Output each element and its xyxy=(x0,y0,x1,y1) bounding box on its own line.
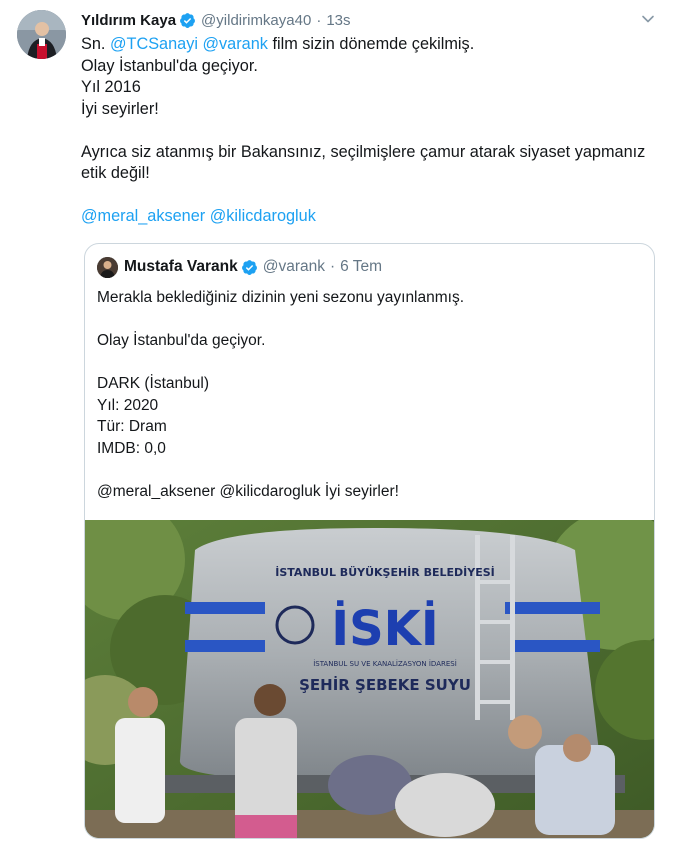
separator-dot: · xyxy=(329,258,336,275)
quoted-line: IMDB: 0,0 xyxy=(97,439,166,457)
quoted-tweet-header: Mustafa Varank @varank · 6 Tem xyxy=(97,256,382,278)
quoted-line: Yıl: 2020 xyxy=(97,396,159,414)
quoted-tweet-timestamp[interactable]: 6 Tem xyxy=(340,258,382,276)
quoted-tweet-photo[interactable]: İSTANBUL BÜYÜKŞEHİR BELEDİYESİ İSKİ İSTA… xyxy=(85,520,654,838)
tank-logo: İSKİ xyxy=(331,600,438,657)
tank-text-sub: İSTANBUL SU VE KANALİZASYON İDARESİ xyxy=(313,659,457,668)
verified-badge-icon xyxy=(241,259,257,275)
quoted-author-avatar[interactable] xyxy=(97,256,118,278)
tweet-line: Olay İstanbul'da geçiyor. xyxy=(81,56,258,75)
author-avatar[interactable] xyxy=(17,10,66,59)
mention-link[interactable]: @varank xyxy=(203,35,268,53)
separator-dot: · xyxy=(316,11,322,29)
author-name[interactable]: Yıldırım Kaya xyxy=(81,12,176,29)
tweet-text: Sn. @TCSanayi @varank film sizin dönemde… xyxy=(81,34,656,228)
text-fragment: Sn. xyxy=(81,35,110,53)
mention-link[interactable]: @TCSanayi xyxy=(110,35,198,53)
quoted-line: Olay İstanbul'da geçiyor. xyxy=(97,332,266,349)
mention-link[interactable]: @meral_aksener xyxy=(81,207,205,225)
quoted-line: @meral_aksener @kilicdarogluk İyi seyirl… xyxy=(97,482,399,500)
quoted-tweet[interactable]: Mustafa Varank @varank · 6 Tem Merakla b… xyxy=(84,243,655,839)
quoted-line: Tür: Dram xyxy=(97,418,167,435)
tweet-line: Yıl 2016 xyxy=(81,78,141,96)
tweet-line: İyi seyirler! xyxy=(81,99,159,118)
tweet-timestamp[interactable]: 13s xyxy=(326,12,350,29)
text-fragment: film sizin dönemde çekilmiş. xyxy=(267,35,475,53)
author-handle[interactable]: @yildirimkaya40 xyxy=(201,12,311,29)
quoted-tweet-text: Merakla beklediğiniz dizinin yeni sezonu… xyxy=(97,287,637,502)
tweet[interactable]: Yıldırım Kaya @yildirimkaya40 · 13s Sn. … xyxy=(0,0,675,841)
tweet-line: @meral_aksener @kilicdarogluk xyxy=(81,206,656,228)
water-tanker-photo: İSTANBUL BÜYÜKŞEHİR BELEDİYESİ İSKİ İSTA… xyxy=(85,520,654,838)
quoted-line: Merakla beklediğiniz dizinin yeni sezonu… xyxy=(97,289,465,306)
tank-text-bottom: ŞEHİR ŞEBEKE SUYU xyxy=(299,675,471,694)
quoted-author-name[interactable]: Mustafa Varank xyxy=(124,258,238,276)
mention-link[interactable]: @kilicdarogluk xyxy=(210,207,316,225)
verified-badge-icon xyxy=(180,12,195,28)
chevron-down-icon[interactable] xyxy=(641,12,655,26)
tweet-header: Yıldırım Kaya @yildirimkaya40 · 13s xyxy=(81,8,351,32)
tank-text-top: İSTANBUL BÜYÜKŞEHİR BELEDİYESİ xyxy=(275,565,494,579)
quoted-author-handle[interactable]: @varank xyxy=(263,258,325,276)
tweet-line: Sn. @TCSanayi @varank film sizin dönemde… xyxy=(81,34,656,56)
tweet-line: Ayrıca siz atanmış bir Bakansınız, seçil… xyxy=(81,142,646,183)
quoted-line: DARK (İstanbul) xyxy=(97,375,209,392)
